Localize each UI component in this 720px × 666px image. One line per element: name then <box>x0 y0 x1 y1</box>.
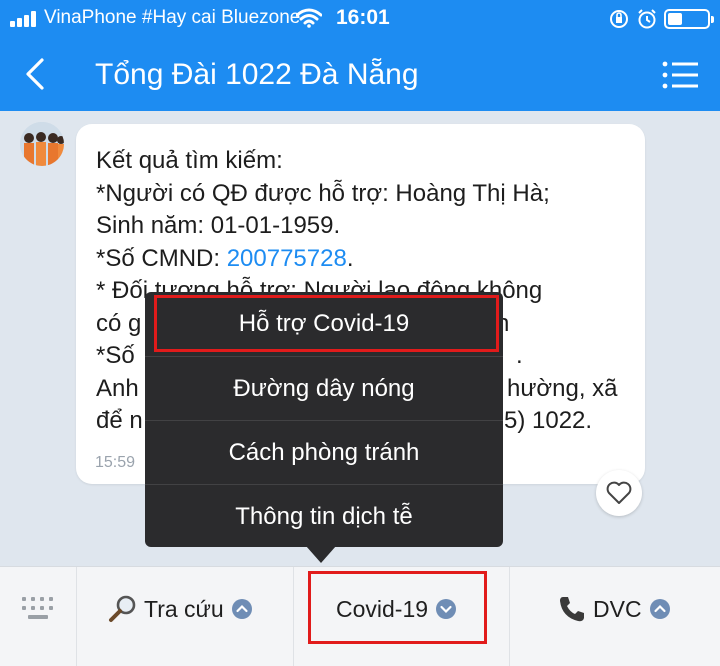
alarm-icon <box>638 9 656 29</box>
chevron-up-icon <box>649 599 670 619</box>
message-line: Sinh năm: 01-01-1959. <box>96 212 341 239</box>
cmnd-number-link[interactable]: 200775728 <box>227 245 347 272</box>
keyboard-toggle-icon[interactable] <box>20 595 56 619</box>
divider <box>76 567 77 666</box>
message-fragment: *Số <box>96 342 135 369</box>
status-bar: VinaPhone #Hay cai Bluezone 16:01 <box>0 0 720 38</box>
message-time: 15:59 <box>95 454 136 471</box>
list-menu-icon[interactable] <box>662 60 698 90</box>
message-fragment: hường, xã <box>507 374 618 402</box>
message-fragment: để n <box>96 407 143 434</box>
app-header-region: VinaPhone #Hay cai Bluezone 16:01 Tổng Đ… <box>0 0 720 111</box>
lookup-menu-label: Tra cứu <box>144 595 224 622</box>
menu-item-hotline[interactable]: Đường dây nóng <box>145 356 503 420</box>
divider <box>293 567 294 666</box>
avatar-image <box>20 122 64 166</box>
magnifier-icon <box>109 595 136 622</box>
wifi-icon <box>296 8 322 28</box>
dvc-menu-button[interactable]: DVC <box>557 589 670 629</box>
battery-icon <box>664 9 714 29</box>
dvc-menu-label: DVC <box>593 595 642 622</box>
heart-icon <box>606 481 632 504</box>
message-fragment: 5) 1022. <box>504 407 593 434</box>
rotation-lock-icon <box>610 10 628 28</box>
message-fragment: Anh <box>96 374 139 402</box>
signal-icon <box>10 11 40 27</box>
message-fragment: . <box>516 342 523 369</box>
message-line: Kết quả tìm kiếm: <box>96 147 283 174</box>
divider <box>509 567 510 666</box>
chevron-up-icon <box>231 599 252 619</box>
cmnd-label: *Số CMND: <box>96 244 227 272</box>
menu-item-epidemic-info[interactable]: Thông tin dịch tễ <box>145 484 503 548</box>
cmnd-period: . <box>346 244 354 272</box>
status-time: 16:01 <box>336 6 390 29</box>
carrier-name: VinaPhone #Hay cai Bluezone <box>44 7 301 28</box>
message-line: *Số CMND: 200775728. <box>96 243 636 276</box>
phone-icon <box>560 597 584 622</box>
chevron-left-icon[interactable] <box>22 57 52 91</box>
like-button[interactable] <box>596 470 642 516</box>
message-fragment: có g <box>96 309 142 337</box>
menu-item-prevention[interactable]: Cách phòng tránh <box>145 420 503 484</box>
avatar[interactable] <box>20 122 64 166</box>
message-line: *Người có QĐ được hỗ trợ: Hoàng Thị Hà; <box>96 179 550 207</box>
lookup-menu-button[interactable]: Tra cứu <box>108 589 252 629</box>
popup-pointer <box>306 546 336 563</box>
highlight-box <box>154 295 499 352</box>
page-title: Tổng Đài 1022 Đà Nẵng <box>95 58 419 91</box>
highlight-box <box>308 571 487 644</box>
